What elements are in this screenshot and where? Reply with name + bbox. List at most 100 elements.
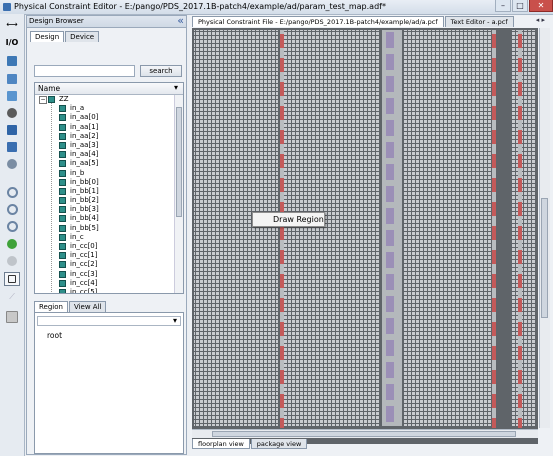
tree-column-header[interactable]: Name ▾ [35, 83, 183, 95]
tab-region[interactable]: Region [34, 301, 68, 312]
collapse-panel-icon[interactable]: « [177, 14, 184, 27]
tree-item[interactable]: in_aa[2] [35, 132, 175, 141]
port-icon [59, 141, 66, 149]
canvas-horizontal-scrollbar-thumb[interactable] [212, 431, 516, 437]
minimize-button[interactable]: – [495, 0, 511, 12]
port-icon [59, 114, 66, 122]
tree-item-label: in_cc[4] [70, 278, 98, 287]
tree-item[interactable]: in_aa[0] [35, 113, 175, 122]
tree-item[interactable]: in_bb[3] [35, 205, 175, 214]
dsp-cell [492, 322, 496, 336]
tree-item[interactable]: in_cc[4] [35, 279, 175, 288]
expand-collapse-button[interactable]: ⟷ [4, 17, 20, 31]
tree-item[interactable]: in_cc[0] [35, 242, 175, 251]
logic-tile-block [194, 30, 278, 426]
tree-item[interactable]: in_aa[5] [35, 159, 175, 168]
tab-physical-constraint-file[interactable]: Physical Constraint File - E:/pango/PDS_… [192, 16, 444, 27]
application-window: Physical Constraint Editor - E:/pango/PD… [0, 0, 553, 456]
search-button[interactable]: search [140, 65, 182, 77]
document-button[interactable] [4, 89, 20, 103]
tree-item[interactable]: in_bb[2] [35, 196, 175, 205]
canvas-vertical-scrollbar-thumb[interactable] [541, 198, 548, 318]
context-menu-draw-region[interactable]: Draw Region [252, 212, 325, 227]
tab-scroll-arrows[interactable]: ◂ ▸ [536, 16, 545, 24]
port-icon [59, 252, 66, 260]
tree-root-label: ZZ [59, 95, 69, 103]
tree-item[interactable]: in_cc[2] [35, 260, 175, 269]
tree-item[interactable]: in_c [35, 233, 175, 242]
port-icon [59, 169, 66, 177]
tree-item[interactable]: in_aa[3] [35, 141, 175, 150]
dsp-cell [518, 322, 522, 336]
disabled-button[interactable] [4, 254, 20, 268]
tree-item[interactable]: in_cc[3] [35, 270, 175, 279]
tree-item-label: in_aa[3] [70, 140, 99, 149]
chevron-down-icon: ▾ [173, 83, 178, 92]
select-rect-button[interactable] [4, 272, 20, 286]
tree-item[interactable]: in_bb[0] [35, 178, 175, 187]
tree-root[interactable]: − ZZ [35, 95, 175, 104]
tree-scrollbar[interactable] [174, 95, 183, 293]
layers-button[interactable] [4, 72, 20, 86]
search-input[interactable] [34, 65, 135, 77]
tree-item[interactable]: in_aa[1] [35, 123, 175, 132]
tree-item[interactable]: in_bb[1] [35, 187, 175, 196]
tab-device[interactable]: Device [65, 31, 100, 42]
tree-item-label: in_aa[0] [70, 113, 99, 122]
region-root-item[interactable]: root [47, 331, 62, 340]
run-button[interactable] [4, 237, 20, 251]
refresh-button[interactable] [4, 157, 20, 171]
tree-item[interactable]: in_bb[4] [35, 214, 175, 223]
dsp-cell [492, 226, 496, 240]
tree-item[interactable]: in_cc[5] [35, 287, 175, 294]
region-dropdown[interactable]: ▾ [37, 316, 181, 326]
collapse-node-icon[interactable]: − [39, 96, 47, 104]
zoom-fit-button[interactable] [4, 219, 20, 233]
tree-item-label: in_cc[3] [70, 269, 98, 278]
close-button[interactable]: ✕ [529, 0, 553, 12]
tree-scrollbar-thumb[interactable] [176, 107, 182, 217]
zoom-fit-icon [6, 220, 18, 232]
dsp-cell [518, 106, 522, 120]
io-button[interactable]: I/O [4, 35, 20, 49]
tree-item[interactable]: in_aa[4] [35, 150, 175, 159]
dsp-cell [492, 298, 496, 312]
tree-item-label: in_bb[2] [70, 196, 99, 205]
chip-view-button[interactable] [4, 54, 20, 68]
tree-item[interactable]: in_b [35, 169, 175, 178]
tree-rows: − ZZ in_a in_aa[0] in_aa[1] in_aa[2] in_aa[3… [35, 95, 175, 294]
maximize-button[interactable]: □ [512, 0, 528, 12]
save-button[interactable] [4, 123, 20, 137]
tab-view-all[interactable]: View All [68, 301, 107, 312]
save-as-button[interactable] [4, 140, 20, 154]
tree-item-label: in_cc[5] [70, 287, 98, 294]
zoom-in-button[interactable] [4, 185, 20, 199]
dsp-cell [492, 154, 496, 168]
canvas-vertical-scrollbar[interactable] [539, 28, 550, 428]
canvas-horizontal-scrollbar[interactable] [192, 429, 538, 438]
window-controls: – □ ✕ [494, 0, 553, 14]
tab-package-view[interactable]: package view [250, 439, 308, 449]
dsp-cell [280, 394, 284, 408]
tab-design[interactable]: Design [30, 31, 65, 42]
design-browser-title: Design Browser [29, 17, 84, 25]
layers-icon [7, 74, 17, 84]
line-button[interactable]: ⟋ [4, 290, 20, 304]
stop-button[interactable] [4, 106, 20, 120]
arrows-horizontal-icon: ⟷ [6, 19, 18, 29]
zoom-out-button[interactable] [4, 202, 20, 216]
tab-floorplan-view[interactable]: floorplan view [192, 439, 250, 449]
bram-cell [386, 164, 394, 180]
tab-text-editor[interactable]: Text Editor - a.pcf [444, 16, 514, 27]
editor-area: Physical Constraint File - E:/pango/PDS_… [190, 15, 553, 456]
grid-view-button[interactable] [4, 310, 20, 324]
title-bar: Physical Constraint Editor - E:/pango/PD… [0, 0, 553, 15]
tree-item[interactable]: in_bb[5] [35, 224, 175, 233]
bram-cell [386, 318, 394, 334]
port-icon [59, 215, 66, 223]
tree-item[interactable]: in_cc[1] [35, 251, 175, 260]
floorplan-canvas[interactable] [192, 28, 538, 444]
floorplan-svg[interactable] [192, 28, 538, 432]
tree-item[interactable]: in_a [35, 104, 175, 113]
dsp-cell [492, 418, 496, 432]
